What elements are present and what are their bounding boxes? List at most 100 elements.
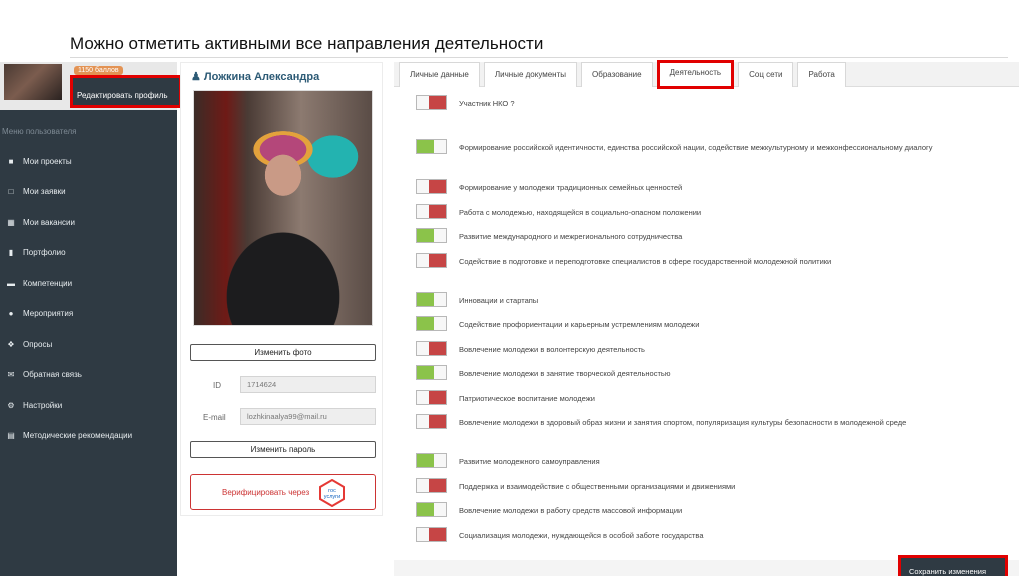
activity-toggle[interactable] bbox=[416, 527, 447, 542]
sidebar-item-events[interactable]: ● Мероприятия bbox=[0, 299, 177, 330]
activity-label: Формирование российской идентичности, ед… bbox=[459, 143, 933, 152]
activity-row: Содействие в подготовке и переподготовке… bbox=[416, 253, 976, 271]
toggle-fill bbox=[429, 415, 446, 428]
activity-panel: Личные данные Личные документы Образован… bbox=[394, 60, 1019, 576]
points-badge: 1150 баллов bbox=[74, 66, 123, 75]
sidebar-item-label: Компетенции bbox=[23, 278, 73, 288]
activity-row: Вовлечение молодежи в здоровый образ жиз… bbox=[416, 414, 976, 432]
activity-toggle[interactable] bbox=[416, 292, 447, 307]
sidebar-item-applications[interactable]: □ Мои заявки bbox=[0, 177, 177, 208]
edit-profile-link[interactable]: Редактировать профиль bbox=[70, 75, 182, 108]
tab-personal-data[interactable]: Личные данные bbox=[399, 62, 480, 87]
user-icon: ♟ bbox=[191, 71, 204, 83]
activity-row: Патриотическое воспитание молодежи bbox=[416, 390, 976, 408]
activity-toggle[interactable] bbox=[416, 316, 447, 331]
activity-toggle[interactable] bbox=[416, 478, 447, 493]
change-photo-button[interactable]: Изменить фото bbox=[190, 344, 376, 361]
toggle-knob bbox=[434, 293, 446, 306]
activity-toggle[interactable] bbox=[416, 204, 447, 219]
activity-toggle[interactable] bbox=[416, 341, 447, 356]
menu-caption: Меню пользователя bbox=[2, 127, 77, 136]
sidebar-item-guidelines[interactable]: ▤ Методические рекомендации bbox=[0, 421, 177, 452]
tab-education[interactable]: Образование bbox=[581, 62, 653, 87]
sidebar-item-settings[interactable]: ⚙ Настройки bbox=[0, 390, 177, 421]
activity-label: Вовлечение молодежи в занятие творческой… bbox=[459, 369, 671, 378]
activity-toggle[interactable] bbox=[416, 179, 447, 194]
activity-toggle[interactable] bbox=[416, 502, 447, 517]
id-label: ID bbox=[213, 381, 221, 390]
bookmark-icon: □ bbox=[8, 187, 14, 197]
activity-row: Формирование у молодежи традиционных сем… bbox=[416, 179, 976, 197]
sidebar-item-vacancies[interactable]: ▦ Мои вакансии bbox=[0, 207, 177, 238]
sidebar-item-label: Мои проекты bbox=[23, 156, 72, 166]
tab-social-networks[interactable]: Соц сети bbox=[738, 62, 794, 87]
activity-label: Развитие международного и межрегионально… bbox=[459, 232, 683, 241]
sidebar-item-label: Методические рекомендации bbox=[23, 431, 133, 441]
activity-label: Развитие молодежного самоуправления bbox=[459, 457, 600, 466]
toggle-fill bbox=[417, 366, 434, 379]
toggle-knob bbox=[417, 391, 429, 404]
book-icon: ▤ bbox=[7, 431, 15, 441]
sidebar-item-surveys[interactable]: ❖ Опросы bbox=[0, 329, 177, 360]
toggle-fill bbox=[417, 293, 434, 306]
activity-label: Вовлечение молодежи в работу средств мас… bbox=[459, 506, 683, 515]
activity-label: Поддержка и взаимодействие с общественны… bbox=[459, 482, 736, 491]
tab-work[interactable]: Работа bbox=[797, 62, 846, 87]
activity-label: Содействие в подготовке и переподготовке… bbox=[459, 257, 832, 266]
toggle-knob bbox=[417, 180, 429, 193]
toggle-knob bbox=[417, 528, 429, 541]
toggle-knob bbox=[417, 96, 429, 109]
gosuslugi-logo-icon: гос услуги bbox=[319, 479, 345, 507]
activity-toggle[interactable] bbox=[416, 139, 447, 154]
toggle-knob bbox=[434, 366, 446, 379]
activity-row: Развитие международного и межрегионально… bbox=[416, 228, 976, 246]
folder-icon: ▮ bbox=[8, 248, 14, 258]
sidebar-item-label: Портфолио bbox=[23, 248, 66, 258]
activity-row: Развитие молодежного самоуправления bbox=[416, 453, 976, 471]
verify-gosuslugi-button[interactable]: Верифицировать через гос услуги bbox=[190, 474, 376, 510]
toggle-fill bbox=[417, 503, 434, 516]
sidebar-item-projects[interactable]: ■ Мои проекты bbox=[0, 146, 177, 177]
toggle-knob bbox=[434, 140, 446, 153]
toggle-knob bbox=[434, 229, 446, 242]
tab-activity[interactable]: Деятельность bbox=[656, 60, 735, 89]
activity-toggle[interactable] bbox=[416, 253, 447, 268]
save-changes-button[interactable]: Сохранить изменения bbox=[898, 555, 1008, 576]
sidebar-item-portfolio[interactable]: ▮ Портфолио bbox=[0, 238, 177, 269]
profile-name-text: Ложкина Александра bbox=[203, 71, 320, 83]
activity-toggle[interactable] bbox=[416, 365, 447, 380]
activity-toggle[interactable] bbox=[416, 390, 447, 405]
activity-label: Участник НКО ? bbox=[459, 99, 515, 108]
toggle-fill bbox=[429, 342, 446, 355]
toggle-fill bbox=[417, 229, 434, 242]
svg-text:услуги: услуги bbox=[324, 494, 340, 500]
activity-row: Формирование российской идентичности, ед… bbox=[416, 139, 976, 157]
sidebar-item-feedback[interactable]: ✉ Обратная связь bbox=[0, 360, 177, 391]
toggle-fill bbox=[417, 140, 434, 153]
sidebar-item-label: Опросы bbox=[23, 339, 53, 349]
tab-personal-documents[interactable]: Личные документы bbox=[483, 62, 578, 87]
activity-toggle[interactable] bbox=[416, 453, 447, 468]
activity-toggle[interactable] bbox=[416, 228, 447, 243]
toggle-knob bbox=[434, 317, 446, 330]
activity-label: Формирование у молодежи традиционных сем… bbox=[459, 183, 683, 192]
sidebar-item-competencies[interactable]: ▬ Компетенции bbox=[0, 268, 177, 299]
change-password-button[interactable]: Изменить пароль bbox=[190, 441, 376, 458]
toggle-fill bbox=[429, 254, 446, 267]
title-divider bbox=[70, 57, 1008, 58]
grid-icon: ▦ bbox=[7, 217, 15, 227]
sidebar-item-label: Настройки bbox=[23, 400, 63, 410]
activity-label: Патриотическое воспитание молодежи bbox=[459, 394, 595, 403]
activity-label: Вовлечение молодежи в волонтерскую деяте… bbox=[459, 345, 645, 354]
toggle-fill bbox=[429, 479, 446, 492]
toggle-knob bbox=[417, 479, 429, 492]
activity-toggle[interactable] bbox=[416, 95, 447, 110]
profile-card: ♟ Ложкина Александра Изменить фото ID 17… bbox=[180, 62, 383, 516]
activity-row: Инновации и стартапы bbox=[416, 292, 976, 310]
toggle-fill bbox=[417, 317, 434, 330]
activity-toggle[interactable] bbox=[416, 414, 447, 429]
activity-row: Участник НКО ? bbox=[416, 95, 976, 113]
avatar[interactable] bbox=[4, 64, 62, 100]
sidebar: 1150 баллов Редактировать профиль Меню п… bbox=[0, 62, 182, 576]
activity-row: Социализация молодежи, нуждающейся в осо… bbox=[416, 527, 976, 545]
